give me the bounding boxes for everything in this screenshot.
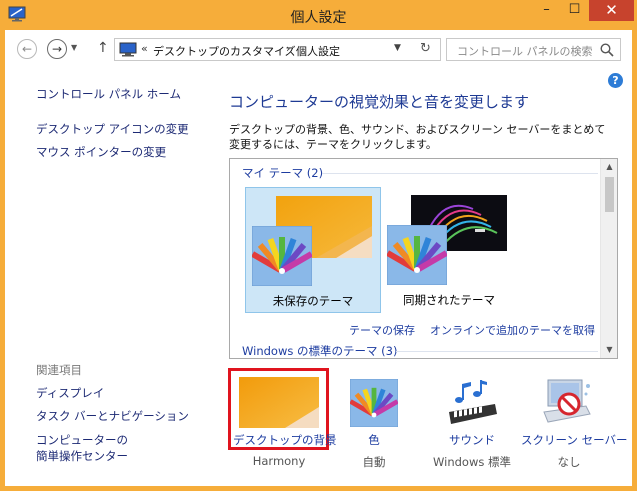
theme-list[interactable]: マイ テーマ (2) 未保存のテーマ 同期されたテーマ テーマの保存 オンライン…: [229, 158, 618, 359]
ease-of-access-link-line1[interactable]: コンピューターの: [36, 432, 128, 448]
screen-saver-link[interactable]: スクリーン セーバー: [521, 432, 627, 448]
address-bar[interactable]: « デスクトップのカスタマイズ › 個人設定 ▼ ↻: [114, 38, 441, 61]
close-button[interactable]: ✕: [589, 0, 634, 21]
color-palette-icon[interactable]: [350, 379, 398, 427]
forward-button[interactable]: →: [47, 39, 67, 59]
related-topics-heading: 関連項目: [36, 363, 82, 377]
sound-value: Windows 標準: [433, 455, 511, 469]
desktop-background-link[interactable]: デスクトップの背景: [233, 432, 337, 448]
back-button[interactable]: ←: [17, 39, 37, 59]
maximize-button[interactable]: ☐: [561, 0, 588, 21]
desktop-background-icon[interactable]: [239, 377, 319, 428]
windows-default-themes-group-label[interactable]: Windows の標準のテーマ (3): [242, 343, 397, 358]
scroll-thumb[interactable]: [605, 177, 614, 212]
group-divider: [322, 173, 598, 174]
minimize-button[interactable]: –: [533, 0, 560, 21]
color-link[interactable]: 色: [344, 432, 404, 448]
help-icon[interactable]: ?: [608, 73, 623, 88]
control-panel-home-link[interactable]: コントロール パネル ホーム: [36, 86, 181, 102]
save-theme-link[interactable]: テーマの保存: [349, 322, 415, 338]
arrow-right-icon: →: [51, 42, 63, 56]
ease-of-access-link-line2[interactable]: 簡単操作センター: [36, 448, 128, 464]
scroll-up-icon[interactable]: ▲: [601, 159, 617, 175]
screen-saver-value: なし: [557, 455, 581, 469]
breadcrumb-separator-icon[interactable]: ›: [286, 42, 290, 55]
color-palette-icon: [252, 226, 312, 286]
client-area: ← → ▼ ↑ « デスクトップのカスタマイズ › 個人設定 ▼ ↻ コントロー…: [5, 30, 632, 486]
get-more-themes-online-link[interactable]: オンラインで追加のテーマを取得: [430, 322, 595, 338]
change-desktop-icons-link[interactable]: デスクトップ アイコンの変更: [36, 121, 189, 137]
theme-name: 未保存のテーマ: [272, 294, 354, 308]
vertical-scrollbar[interactable]: ▲ ▼: [600, 159, 617, 358]
color-palette-icon: [387, 225, 447, 285]
page-title: コンピューターの視覚効果と音を変更します: [229, 93, 530, 111]
change-mouse-pointers-link[interactable]: マウス ポインターの変更: [36, 144, 166, 160]
window: 個人設定 – ☐ ✕ ← → ▼ ↑ « デスクトップのカスタマイズ › 個人設…: [0, 0, 637, 491]
theme-synced[interactable]: 同期されたテーマ: [381, 187, 517, 313]
sound-keyboard-icon[interactable]: [445, 378, 499, 428]
color-value: 自動: [362, 455, 386, 469]
search-input[interactable]: コントロール パネルの検索: [457, 43, 593, 59]
taskbar-navigation-link[interactable]: タスク バーとナビゲーション: [36, 408, 189, 424]
refresh-icon[interactable]: ↻: [420, 41, 431, 56]
arrow-left-icon: ←: [21, 42, 33, 56]
navigation-bar: ← → ▼ ↑ « デスクトップのカスタマイズ › 個人設定 ▼ ↻ コントロー…: [5, 30, 632, 68]
up-button[interactable]: ↑: [97, 40, 109, 56]
my-themes-group-label[interactable]: マイ テーマ (2): [242, 165, 323, 181]
breadcrumb-overflow-icon[interactable]: «: [141, 42, 148, 55]
theme-unsaved[interactable]: 未保存のテーマ: [245, 187, 381, 313]
sound-link[interactable]: サウンド: [431, 432, 513, 448]
desktop-background-value: Harmony: [252, 454, 306, 468]
search-box[interactable]: コントロール パネルの検索: [446, 38, 621, 61]
group-divider: [396, 351, 598, 352]
search-icon[interactable]: [599, 42, 615, 58]
address-dropdown-icon[interactable]: ▼: [394, 43, 401, 53]
breadcrumb-item-customize-desktop[interactable]: デスクトップのカスタマイズ: [153, 43, 296, 59]
scroll-down-icon[interactable]: ▼: [601, 342, 617, 358]
breadcrumb-item-personalization[interactable]: 個人設定: [296, 43, 340, 59]
arrow-up-icon: ↑: [97, 40, 109, 56]
theme-name: 同期されたテーマ: [403, 293, 495, 307]
page-description: デスクトップの背景、色、サウンド、およびスクリーン セーバーをまとめて変更するに…: [229, 123, 606, 151]
display-link[interactable]: ディスプレイ: [36, 385, 104, 401]
screen-saver-icon[interactable]: [542, 376, 594, 428]
title-bar[interactable]: 個人設定 – ☐ ✕: [0, 0, 637, 30]
control-panel-icon: [119, 42, 137, 57]
recent-locations-chevron-icon[interactable]: ▼: [71, 43, 77, 52]
